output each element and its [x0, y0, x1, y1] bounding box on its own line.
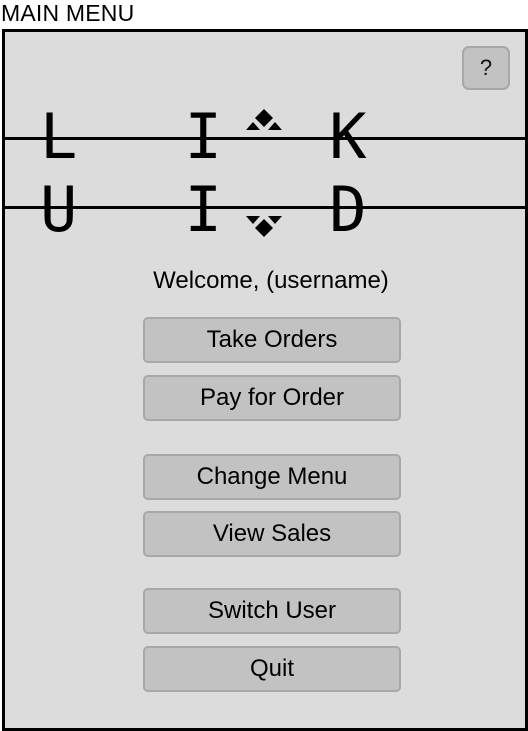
view-sales-button[interactable]: View Sales: [143, 511, 401, 557]
welcome-message: Welcome, (username): [153, 267, 389, 294]
quit-button[interactable]: Quit: [143, 646, 401, 692]
diamond-ornament-icon: [246, 216, 282, 237]
pay-for-order-button[interactable]: Pay for Order: [143, 375, 401, 421]
change-menu-button[interactable]: Change Menu: [143, 454, 401, 500]
take-orders-button[interactable]: Take Orders: [143, 317, 401, 363]
main-menu-window: ? L I K U I D Welcome, (username) Take O…: [2, 29, 528, 731]
switch-user-button[interactable]: Switch User: [143, 588, 401, 634]
help-button[interactable]: ?: [462, 46, 510, 90]
brand-banner: L I K U I D: [5, 100, 525, 246]
brand-logo: L I K U I D: [40, 100, 402, 246]
screen-caption: MAIN MENU: [1, 0, 135, 26]
